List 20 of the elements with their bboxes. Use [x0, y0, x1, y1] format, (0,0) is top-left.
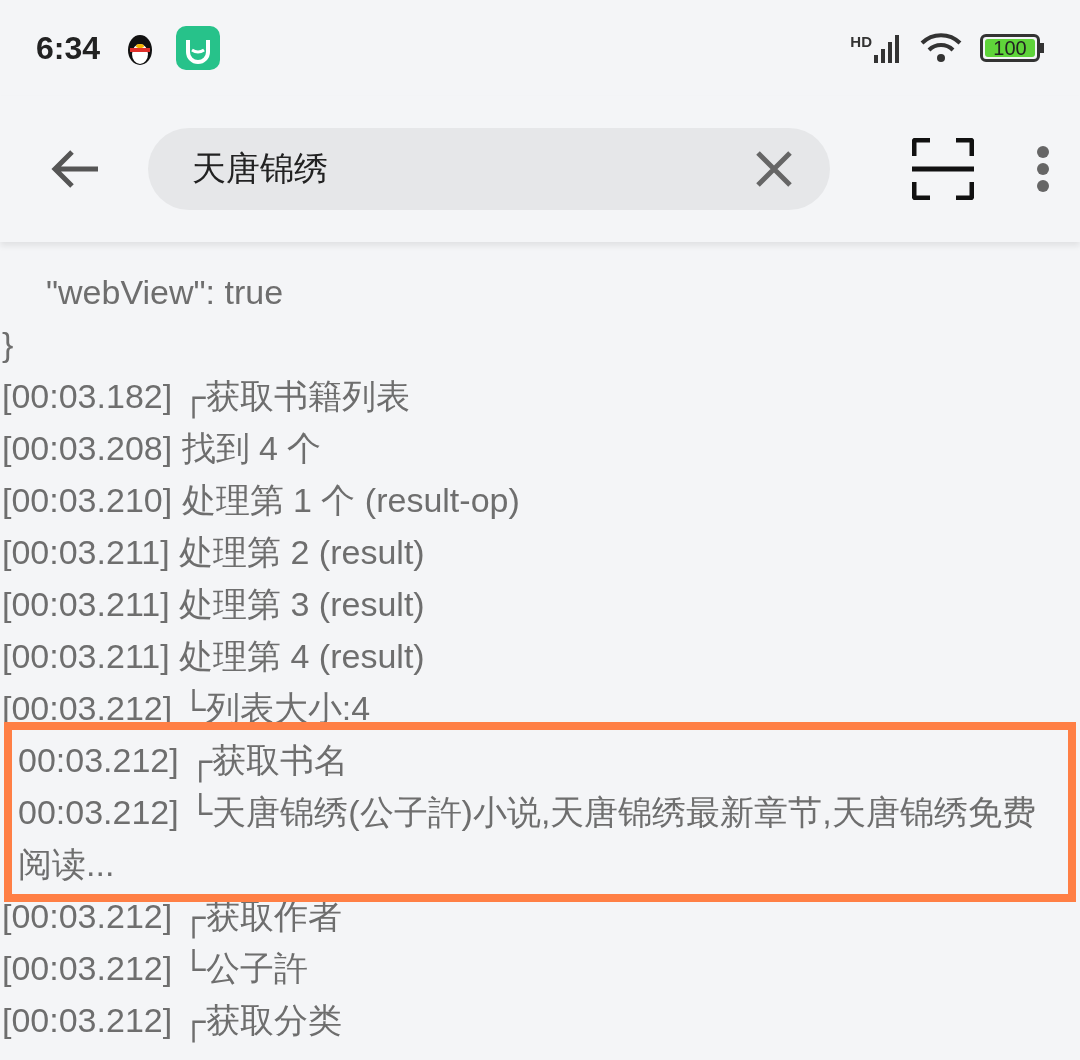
log-line: [00:03.212] └公子許 — [2, 949, 308, 987]
log-line: [00:03.211] 处理第 2 (result) — [2, 533, 425, 571]
wifi-icon — [920, 31, 962, 65]
clear-icon[interactable] — [754, 149, 794, 189]
log-line: [00:03.211] 处理第 3 (result) — [2, 585, 425, 623]
log-line: [00:03.211] 处理第 4 (result) — [2, 637, 425, 675]
clock: 6:34 — [36, 29, 101, 67]
log-line: 00:03.212] └天唐锦绣(公子許)小说,天唐锦绣最新章节,天唐锦绣免费阅读... — [18, 793, 1036, 883]
app-icon — [176, 26, 221, 70]
signal-icon — [874, 33, 902, 63]
more-icon[interactable] — [1036, 145, 1050, 193]
log-line: "webView": true — [46, 273, 284, 311]
battery-level: 100 — [993, 37, 1027, 59]
scan-icon[interactable] — [912, 138, 974, 200]
log-line: [00:03.208] 找到 4 个 — [2, 429, 322, 467]
log-line: [00:03.210] 处理第 1 个 (result-op) — [2, 481, 520, 519]
search-field[interactable]: 天唐锦绣 — [148, 128, 830, 210]
network-label: HD — [850, 33, 872, 50]
log-line: } — [2, 325, 14, 363]
back-arrow-icon[interactable] — [50, 148, 100, 190]
